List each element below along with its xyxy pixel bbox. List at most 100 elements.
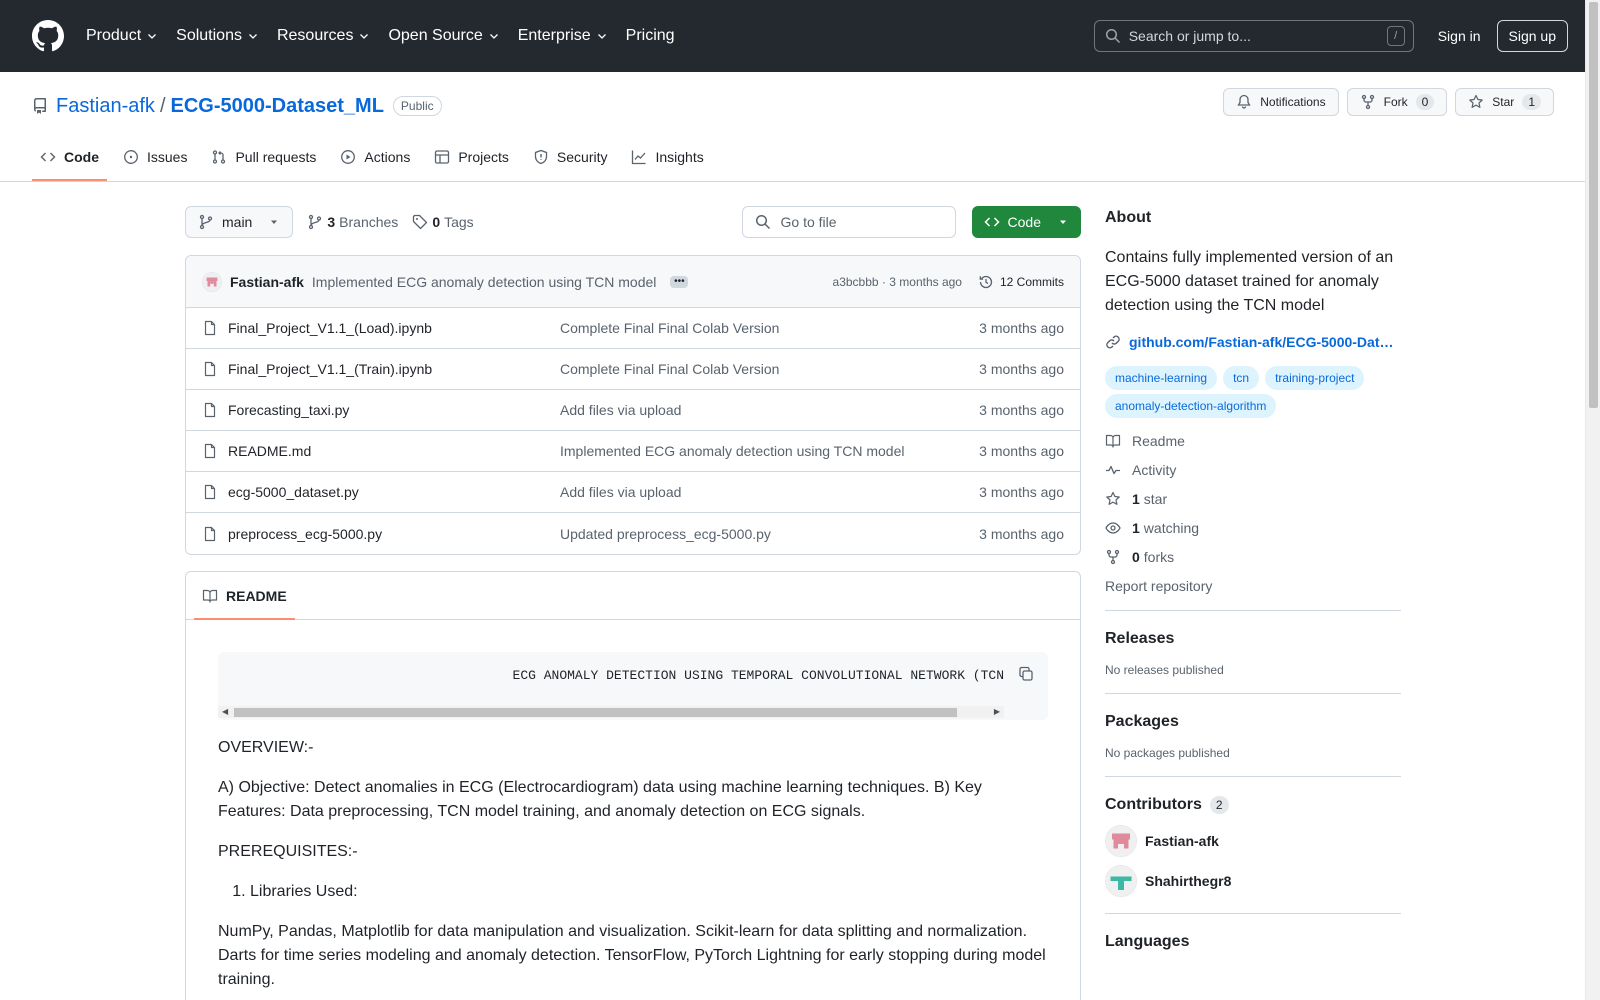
sign-up-button[interactable]: Sign up — [1496, 20, 1568, 52]
file-name-link[interactable]: Final_Project_V1.1_(Train).ipynb — [228, 361, 560, 377]
tab-pull-requests[interactable]: Pull requests — [203, 133, 324, 181]
commit-message-link[interactable]: Implemented ECG anomaly detection using … — [312, 274, 656, 290]
notifications-button[interactable]: Notifications — [1223, 88, 1339, 116]
branch-icon — [199, 214, 213, 230]
homepage-link[interactable]: github.com/Fastian-afk/ECG-5000-Dat… — [1105, 334, 1401, 350]
fork-button[interactable]: Fork 0 — [1346, 88, 1448, 116]
commit-author-link[interactable]: Fastian-afk — [230, 274, 304, 290]
nav-label: Open Source — [388, 27, 483, 44]
file-listing: Fastian-afk Implemented ECG anomaly dete… — [185, 255, 1081, 555]
repo-owner-link[interactable]: Fastian-afk — [56, 95, 155, 118]
tags-label: Tags — [444, 214, 474, 230]
file-name-link[interactable]: Final_Project_V1.1_(Load).ipynb — [228, 320, 560, 336]
packages-heading[interactable]: Packages — [1105, 710, 1401, 734]
global-header: Product Solutions Resources Open Source … — [0, 0, 1600, 72]
tab-label: Issues — [147, 149, 188, 165]
file-name-link[interactable]: README.md — [228, 443, 560, 459]
commit-expand-button[interactable]: ••• — [670, 275, 689, 288]
code-dropdown-button[interactable]: Code — [971, 206, 1081, 238]
star-button[interactable]: Star 1 — [1455, 88, 1554, 116]
chevron-down-icon — [597, 34, 606, 39]
book-icon — [202, 589, 218, 603]
repo-actions: Notifications Fork 0 Star 1 — [1215, 88, 1554, 116]
file-name-link[interactable]: preprocess_ecg-5000.py — [228, 526, 560, 542]
file-commit-message[interactable]: Add files via upload — [560, 484, 979, 500]
file-commit-message[interactable]: Updated preprocess_ecg-5000.py — [560, 526, 979, 542]
github-logo-icon[interactable] — [32, 20, 64, 52]
nav-solutions[interactable]: Solutions — [176, 27, 259, 45]
file-row: preprocess_ecg-5000.py Updated preproces… — [186, 513, 1080, 554]
forks-label: forks — [1143, 548, 1175, 565]
nav-open-source[interactable]: Open Source — [388, 27, 499, 45]
readme-link[interactable]: Readme — [1105, 432, 1401, 449]
contributor-name: Shahirthegr8 — [1145, 873, 1232, 889]
watching-count: 1 — [1132, 519, 1140, 536]
topic-tag[interactable]: machine-learning — [1105, 366, 1218, 390]
file-icon — [204, 443, 216, 459]
tab-actions[interactable]: Actions — [332, 133, 418, 181]
file-icon — [204, 320, 216, 336]
repo-name-link[interactable]: ECG-5000-Dataset_ML — [171, 95, 384, 118]
nav-enterprise[interactable]: Enterprise — [518, 27, 608, 45]
tag-icon — [413, 214, 428, 230]
sign-in-link[interactable]: Sign in — [1438, 28, 1481, 44]
nav-pricing[interactable]: Pricing — [626, 27, 675, 45]
tab-security[interactable]: Security — [525, 133, 616, 181]
tab-label: Pull requests — [235, 149, 317, 165]
tab-projects[interactable]: Projects — [426, 133, 517, 181]
horizontal-scrollbar[interactable]: ◀ ▶ — [218, 706, 1004, 718]
scroll-left-icon[interactable]: ◀ — [222, 707, 228, 717]
go-to-file-input[interactable]: Go to file — [741, 206, 956, 238]
forks-link[interactable]: 0 forks — [1105, 548, 1401, 565]
fork-count: 0 — [1415, 94, 1435, 110]
watchers-link[interactable]: 1 watching — [1105, 519, 1401, 536]
tab-insights[interactable]: Insights — [623, 133, 711, 181]
file-date: 3 months ago — [979, 320, 1064, 336]
scrollbar-thumb[interactable] — [234, 707, 957, 717]
commit-hash-link[interactable]: a3bcbbb — [833, 275, 879, 289]
triangle-down-icon — [1060, 220, 1066, 224]
search-input[interactable]: Search or jump to... / — [1093, 20, 1414, 52]
contributors-heading[interactable]: Contributors 2 — [1105, 793, 1401, 817]
page-scrollbar[interactable] — [1585, 0, 1600, 1000]
report-repository-link[interactable]: Report repository — [1105, 577, 1401, 594]
nav-resources[interactable]: Resources — [277, 27, 370, 45]
file-commit-message[interactable]: Add files via upload — [560, 402, 979, 418]
contributor-item[interactable]: Fastian-afk — [1105, 825, 1401, 857]
branches-label: Branches — [339, 214, 399, 230]
commits-history-link[interactable]: 12 Commits — [978, 274, 1064, 290]
releases-heading[interactable]: Releases — [1105, 627, 1401, 651]
file-commit-message[interactable]: Complete Final Final Colab Version — [560, 320, 979, 336]
file-name-link[interactable]: Forecasting_taxi.py — [228, 402, 560, 418]
tab-issues[interactable]: Issues — [115, 133, 195, 181]
contributors-title: Contributors — [1105, 796, 1202, 813]
activity-link[interactable]: Activity — [1105, 461, 1401, 478]
file-commit-message[interactable]: Complete Final Final Colab Version — [560, 361, 979, 377]
file-date: 3 months ago — [979, 525, 1064, 542]
copy-icon[interactable] — [1018, 666, 1034, 682]
contributor-item[interactable]: Shahirthegr8 — [1105, 865, 1401, 897]
page-scrollbar-thumb[interactable] — [1589, 2, 1598, 408]
topic-tag[interactable]: training-project — [1265, 366, 1365, 390]
tags-link[interactable]: 0 Tags — [412, 214, 474, 230]
tab-readme[interactable]: README — [194, 572, 295, 620]
topic-tag[interactable]: tcn — [1223, 366, 1260, 390]
tab-code[interactable]: Code — [32, 133, 107, 181]
file-row: Final_Project_V1.1_(Load).ipynb Complete… — [186, 308, 1080, 349]
branch-selector[interactable]: main — [185, 206, 294, 238]
star-icon — [1469, 94, 1484, 108]
file-row: README.md Implemented ECG anomaly detect… — [186, 431, 1080, 472]
readme-libraries-text: NumPy, Pandas, Matplotlib for data manip… — [218, 923, 1046, 988]
nav-product[interactable]: Product — [86, 27, 158, 45]
topic-tag[interactable]: anomaly-detection-algorithm — [1105, 394, 1277, 418]
avatar — [1105, 825, 1137, 857]
stars-count: 1 — [1132, 490, 1140, 507]
sidebar: About Contains fully implemented version… — [1105, 206, 1401, 970]
file-name-link[interactable]: ecg-5000_dataset.py — [228, 484, 560, 500]
scroll-right-icon[interactable]: ▶ — [994, 707, 1000, 717]
file-commit-message[interactable]: Implemented ECG anomaly detection using … — [560, 443, 979, 459]
stars-link[interactable]: 1 star — [1105, 490, 1401, 507]
triangle-down-icon — [271, 220, 278, 224]
branches-link[interactable]: 3 Branches — [307, 214, 398, 230]
avatar[interactable] — [202, 271, 222, 292]
